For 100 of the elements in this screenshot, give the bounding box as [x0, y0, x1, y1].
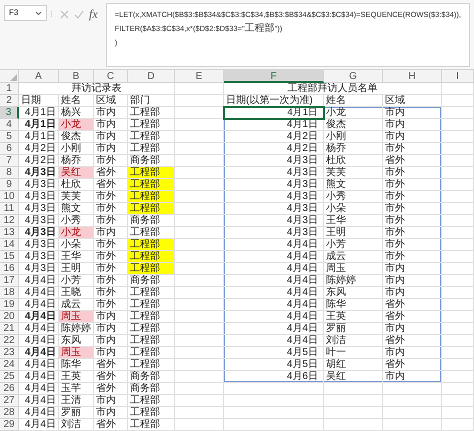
table-cell: 王英: [59, 371, 94, 383]
row-header[interactable]: 28: [0, 407, 19, 419]
row-header[interactable]: 10: [0, 191, 19, 203]
table-cell[interactable]: 4月3日: [224, 167, 324, 179]
row-header[interactable]: 9: [0, 179, 19, 191]
table-cell[interactable]: 4月3日: [224, 215, 324, 227]
table-cell: 4月3日: [19, 251, 59, 263]
row-header[interactable]: 5: [0, 131, 19, 143]
table-cell: 杜欣: [59, 179, 94, 191]
row-header[interactable]: 4: [0, 119, 19, 131]
table-cell: 罗丽: [59, 407, 94, 419]
row-header[interactable]: 15: [0, 251, 19, 263]
table-cell: 4月4日: [19, 323, 59, 335]
corner-triangle-icon: [10, 74, 17, 81]
table-cell[interactable]: 4月3日: [224, 203, 324, 215]
row-header[interactable]: 25: [0, 371, 19, 383]
table-cell: 小刚: [324, 131, 383, 143]
row-header[interactable]: 26: [0, 383, 19, 395]
table-cell[interactable]: 4月4日: [224, 263, 324, 275]
table-cell: 小朵: [59, 239, 94, 251]
table-cell: 4月4日: [19, 371, 59, 383]
row-header[interactable]: 6: [0, 143, 19, 155]
table-cell: 4月3日: [19, 203, 59, 215]
table-cell[interactable]: 4月4日: [224, 335, 324, 347]
column-header[interactable]: G: [324, 70, 383, 83]
table-cell: 王晓: [59, 287, 94, 299]
row-header[interactable]: 13: [0, 227, 19, 239]
row-header[interactable]: 19: [0, 299, 19, 311]
table-cell: 4月4日: [19, 407, 59, 419]
row-header[interactable]: 11: [0, 203, 19, 215]
name-box[interactable]: F3: [4, 5, 47, 21]
table-cell: 芙芙: [324, 167, 383, 179]
select-all-button[interactable]: [0, 70, 19, 83]
table-cell[interactable]: 4月6日: [224, 371, 324, 383]
table-cell[interactable]: 4月3日: [224, 179, 324, 191]
table-cell: 小秀: [324, 191, 383, 203]
column-header[interactable]: C: [94, 70, 128, 83]
row-header[interactable]: 16: [0, 263, 19, 275]
table-cell[interactable]: 4月4日: [224, 239, 324, 251]
column-header[interactable]: B: [59, 70, 94, 83]
table-cell[interactable]: 4月3日: [224, 191, 324, 203]
table-cell: 杨乔: [324, 143, 383, 155]
table-cell: 成云: [324, 251, 383, 263]
table-cell: 省外: [94, 383, 128, 395]
table-cell: 王华: [324, 215, 383, 227]
column-header[interactable]: D: [128, 70, 175, 83]
close-icon[interactable]: [60, 10, 70, 18]
table-cell: 省外: [383, 299, 442, 311]
row-header[interactable]: 20: [0, 311, 19, 323]
row-header[interactable]: 17: [0, 275, 19, 287]
column-label: 姓名: [324, 95, 383, 107]
column-label: 日期: [19, 95, 59, 107]
table-cell: 省外: [94, 359, 128, 371]
table-cell[interactable]: 4月5日: [224, 347, 324, 359]
row-header[interactable]: 18: [0, 287, 19, 299]
table-cell[interactable]: 4月4日: [224, 311, 324, 323]
table-cell: 王华: [59, 251, 94, 263]
table-cell[interactable]: 4月4日: [224, 287, 324, 299]
column-header[interactable]: E: [175, 70, 224, 83]
row-header[interactable]: 7: [0, 155, 19, 167]
table-cell[interactable]: 4月2日: [224, 131, 324, 143]
table-cell: 小刚: [59, 143, 94, 155]
column-header[interactable]: A: [19, 70, 59, 83]
table-cell: 叶一: [324, 347, 383, 359]
table-cell: 周玉: [59, 347, 94, 359]
table-cell[interactable]: 4月4日: [224, 299, 324, 311]
checkmark-icon[interactable]: [74, 10, 84, 18]
table-cell: 小朵: [324, 203, 383, 215]
row-header[interactable]: 14: [0, 239, 19, 251]
row-header[interactable]: 2: [0, 95, 19, 107]
table-cell: 陈华: [59, 359, 94, 371]
table-cell: 4月3日: [19, 263, 59, 275]
row-header[interactable]: 3: [0, 107, 19, 119]
row-header[interactable]: 24: [0, 359, 19, 371]
row-header[interactable]: 12: [0, 215, 19, 227]
column-header[interactable]: F: [224, 70, 324, 83]
column-header[interactable]: H: [383, 70, 442, 83]
insert-function-button[interactable]: fx: [89, 8, 98, 20]
table-cell: 4月4日: [19, 299, 59, 311]
table-cell: 陈婷婷: [59, 323, 94, 335]
row-header[interactable]: 23: [0, 347, 19, 359]
table-cell[interactable]: 4月4日: [224, 275, 324, 287]
table-cell: 4月2日: [19, 143, 59, 155]
table-cell[interactable]: 4月5日: [224, 359, 324, 371]
table-cell: 小芳: [59, 275, 94, 287]
table-cell[interactable]: 4月1日: [224, 107, 324, 119]
row-header[interactable]: 21: [0, 323, 19, 335]
table-cell: 4月3日: [19, 215, 59, 227]
table-cell[interactable]: 4月3日: [224, 227, 324, 239]
row-header[interactable]: 8: [0, 167, 19, 179]
table-cell[interactable]: 4月4日: [224, 251, 324, 263]
row-header[interactable]: 1: [0, 83, 19, 95]
row-header[interactable]: 22: [0, 335, 19, 347]
column-header[interactable]: I: [442, 70, 474, 83]
table-cell[interactable]: 4月4日: [224, 323, 324, 335]
table-cell: 吴红: [59, 167, 94, 179]
table-cell[interactable]: 4月3日: [224, 155, 324, 167]
row-header[interactable]: 27: [0, 395, 19, 407]
table-cell[interactable]: 4月2日: [224, 143, 324, 155]
row-header[interactable]: 29: [0, 419, 19, 431]
